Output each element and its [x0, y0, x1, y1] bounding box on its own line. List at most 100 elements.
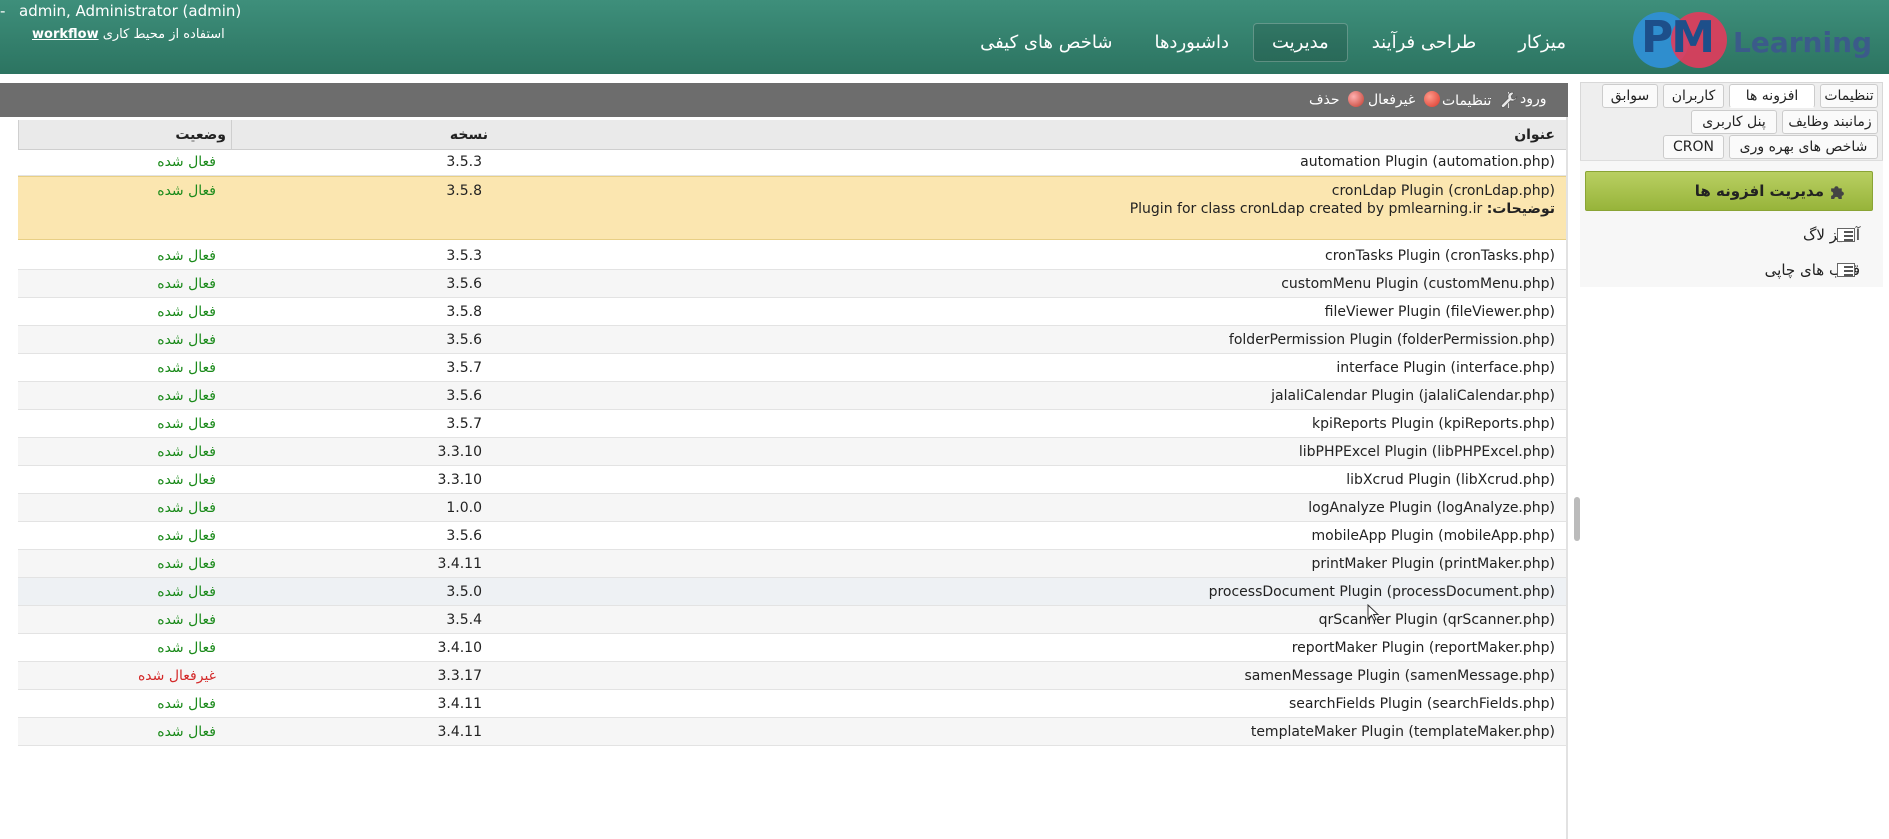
sidebar-link-print-templates[interactable]: قالب های چاپی [1620, 257, 1860, 283]
delete-icon [1347, 91, 1364, 107]
plugin-status: فعال شده [157, 640, 216, 656]
plugin-title: samenMessage Plugin (samenMessage.php) [1244, 668, 1556, 684]
nav-dashboards[interactable]: داشبوردها [1136, 24, 1247, 61]
mouse-cursor-icon [1367, 604, 1379, 622]
user-name[interactable]: admin, Administrator (admin) [19, 2, 241, 20]
plugin-title: fileViewer Plugin (fileViewer.php) [1324, 304, 1555, 320]
workspace-info: استفاده از محیط کاری workflow [32, 27, 225, 42]
tab-settings[interactable]: تنظیمات [1820, 84, 1878, 108]
workspace-link[interactable]: workflow [32, 27, 99, 42]
plugin-status: فعال شده [157, 416, 216, 432]
list-icon [1837, 228, 1855, 242]
pmlearning-logo[interactable]: PM Learning [1633, 8, 1872, 70]
plugin-status: فعال شده [157, 183, 216, 199]
table-row[interactable]: samenMessage Plugin (samenMessage.php) 3.… [18, 662, 1566, 690]
table-row[interactable]: processDocument Plugin (processDocument.… [18, 578, 1566, 606]
table-row[interactable]: templateMaker Plugin (templateMaker.php)… [18, 718, 1566, 746]
plugin-version: 3.5.0 [446, 584, 482, 600]
plugin-title: libXcrud Plugin (libXcrud.php) [1346, 472, 1555, 488]
plugin-title: printMaker Plugin (printMaker.php) [1311, 556, 1555, 572]
plugin-version: 3.4.11 [437, 556, 482, 572]
logo-pm: PM [1641, 12, 1715, 63]
tab-cron[interactable]: CRON [1663, 135, 1724, 159]
sidebar-link-log-analyze[interactable]: آنالیز لاگ [1620, 222, 1860, 248]
header-divider [0, 74, 1889, 78]
collapse-handle[interactable] [1574, 497, 1580, 541]
column-title[interactable]: عنوان [493, 120, 1566, 150]
table-row[interactable]: cronTasks Plugin (cronTasks.php) 3.5.3 فعا… [18, 242, 1566, 270]
plugin-status: فعال شده [157, 276, 216, 292]
plugin-version: 3.5.6 [446, 388, 482, 404]
plugin-status: فعال شده [157, 444, 216, 460]
plugin-version: 1.0.0 [446, 500, 482, 516]
plugin-status: فعال شده [157, 248, 216, 264]
plugin-version: 3.5.8 [446, 183, 482, 199]
table-row[interactable]: fileViewer Plugin (fileViewer.php) 3.5.8 ف… [18, 298, 1566, 326]
plugin-status: غیرفعال شده [137, 668, 216, 684]
plugin-version: 3.5.3 [446, 248, 482, 264]
plugin-title: reportMaker Plugin (reportMaker.php) [1291, 640, 1555, 656]
main-nav: میزکار طراحی فرآیند مدیریت داشبوردها شاخ… [956, 20, 1584, 64]
tab-productivity-indicators[interactable]: شاخص های بهره وری [1729, 135, 1878, 159]
table-row[interactable]: searchFields Plugin (searchFields.php) 3.… [18, 690, 1566, 718]
table-row[interactable]: jalaliCalendar Plugin (jalaliCalendar.ph… [18, 382, 1566, 410]
description-label: توضیحات: [1486, 201, 1555, 217]
plugin-version: 3.5.7 [446, 416, 482, 432]
tab-user-panel[interactable]: پنل کاربری [1691, 110, 1777, 134]
tab-users[interactable]: کاربران [1663, 84, 1724, 108]
plugin-title: processDocument Plugin (processDocument.… [1208, 584, 1555, 600]
tab-history[interactable]: سوابق [1602, 84, 1658, 108]
table-row[interactable]: folderPermission Plugin (folderPermissio… [18, 326, 1566, 354]
plugin-version: 3.5.6 [446, 332, 482, 348]
user-dash: - [0, 2, 6, 20]
plugin-version: 3.4.10 [437, 640, 482, 656]
table-row[interactable]: mobileApp Plugin (mobileApp.php) 3.5.6 فعا… [18, 522, 1566, 550]
toolbar-login-label: ورود [1520, 91, 1547, 107]
table-row[interactable]: printMaker Plugin (printMaker.php) 3.4.11… [18, 550, 1566, 578]
table-row[interactable]: reportMaker Plugin (reportMaker.php) 3.4.… [18, 634, 1566, 662]
column-status[interactable]: وضعیت [18, 120, 231, 150]
pane-divider [1566, 117, 1568, 839]
table-row[interactable]: interface Plugin (interface.php) 3.5.7 فعا… [18, 354, 1566, 382]
tab-plugins[interactable]: افزونه ها [1729, 84, 1815, 108]
table-row[interactable]: kpiReports Plugin (kpiReports.php) 3.5.7 ف… [18, 410, 1566, 438]
table-row[interactable]: libPHPExcel Plugin (libPHPExcel.php) 3.3.… [18, 438, 1566, 466]
toolbar-login[interactable]: ورود [1520, 91, 1547, 107]
table-row[interactable]: customMenu Plugin (customMenu.php) 3.5.6 ف… [18, 270, 1566, 298]
plugin-version: 3.3.10 [437, 472, 482, 488]
disable-icon [1423, 91, 1440, 107]
plugin-status: فعال شده [157, 304, 216, 320]
plugin-title: cronTasks Plugin (cronTasks.php) [1325, 248, 1555, 264]
table-row[interactable]: qrScanner Plugin (qrScanner.php) 3.5.4 فعا… [18, 606, 1566, 634]
nav-management[interactable]: مدیریت [1252, 22, 1348, 62]
plugin-title: customMenu Plugin (customMenu.php) [1281, 276, 1555, 292]
tab-task-scheduler[interactable]: زمانبند وظایف [1782, 110, 1878, 134]
plugin-title: kpiReports Plugin (kpiReports.php) [1312, 416, 1555, 432]
table-row[interactable]: logAnalyze Plugin (logAnalyze.php) 1.0.0 ف… [18, 494, 1566, 522]
nav-process-design[interactable]: طراحی فرآیند [1354, 24, 1495, 61]
plugin-description: توضیحات: Plugin for class cronLdap creat… [1130, 201, 1555, 217]
column-version[interactable]: نسخه [231, 120, 493, 150]
plugin-status: فعال شده [157, 388, 216, 404]
plugin-title: interface Plugin (interface.php) [1336, 360, 1555, 376]
plugin-version: 3.3.17 [437, 668, 482, 684]
toolbar-disable[interactable]: غیرفعال [1368, 91, 1440, 108]
table-row[interactable]: libXcrud Plugin (libXcrud.php) 3.3.10 فعال… [18, 466, 1566, 494]
puzzle-icon [1831, 186, 1844, 199]
plugin-version: 3.5.7 [446, 360, 482, 376]
toolbar-disable-label: غیرفعال [1368, 92, 1416, 108]
nav-desk[interactable]: میزکار [1500, 24, 1584, 61]
logo-learning: Learning [1733, 26, 1873, 59]
plugin-title: mobileApp Plugin (mobileApp.php) [1311, 528, 1555, 544]
table-row[interactable]: automation Plugin (automation.php) 3.5.3 ف… [18, 148, 1566, 176]
table-row[interactable]: cronLdap Plugin (cronLdap.php) 3.5.8 فعال … [18, 176, 1566, 240]
plugin-toolbar: ورود تنظیمات غیرفعال حذف [0, 83, 1568, 117]
nav-quality-indicators[interactable]: شاخص های کیفی [962, 24, 1130, 61]
toolbar-settings-label: تنظیمات [1442, 93, 1492, 109]
plugin-title: logAnalyze Plugin (logAnalyze.php) [1308, 500, 1555, 516]
toolbar-delete[interactable]: حذف [1309, 91, 1364, 108]
toolbar-settings[interactable]: تنظیمات [1442, 91, 1518, 109]
plugin-management-button[interactable]: مدیریت افزونه ها [1585, 171, 1873, 211]
plugin-version: 3.5.3 [446, 154, 482, 170]
plugin-status: فعال شده [157, 360, 216, 376]
